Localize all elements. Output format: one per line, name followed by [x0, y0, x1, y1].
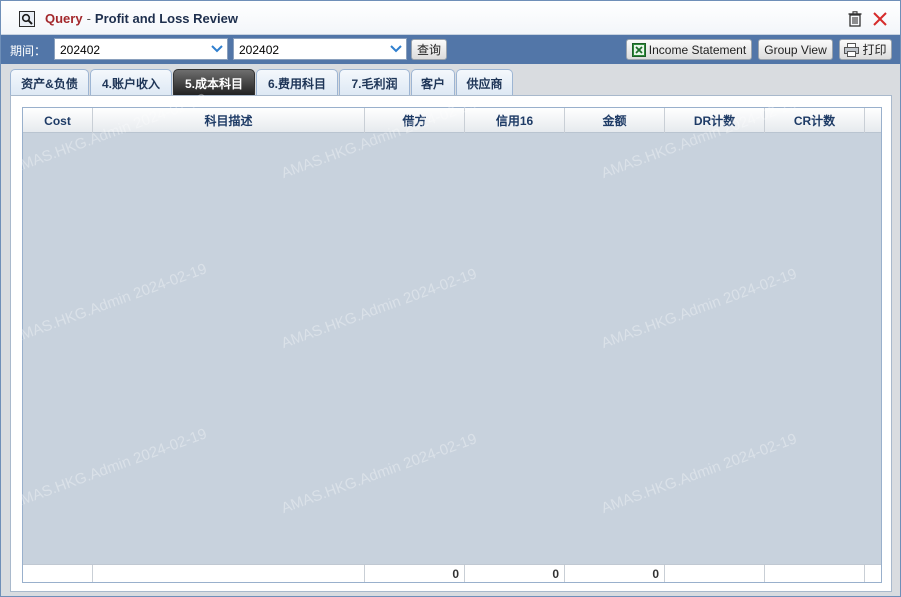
column-header-label: 金额	[602, 114, 627, 128]
column-header-cost[interactable]: Cost	[23, 108, 93, 133]
window-title: Query - Profit and Loss Review	[45, 11, 238, 26]
tab-label: 供应商	[466, 76, 503, 91]
print-button[interactable]: 打印	[839, 39, 892, 60]
chevron-down-icon[interactable]	[207, 39, 227, 59]
period-label: 期间：	[10, 44, 47, 58]
title-query: Query	[45, 11, 83, 26]
period-from-value: 202402	[60, 43, 101, 57]
column-header-debit[interactable]: 借方	[365, 108, 465, 133]
income-statement-button[interactable]: Income Statement	[626, 39, 752, 60]
tab-customers[interactable]: 客户	[411, 69, 455, 96]
title-separator: -	[86, 11, 91, 26]
grid-header: Cost 科目描述 借方 信用16 金额 DR计数 CR计数	[23, 108, 881, 133]
tab-label: 7.毛利润	[351, 76, 398, 91]
total-credit: 0	[465, 565, 565, 582]
tab-account-income[interactable]: 4.账户收入	[90, 69, 172, 96]
tab-label: 客户	[420, 76, 445, 91]
tab-assets-liabilities[interactable]: 资产&负债	[10, 69, 89, 96]
tab-label: 资产&负债	[21, 76, 78, 91]
total-cell	[23, 565, 93, 582]
period-to-select[interactable]: 202402	[233, 38, 407, 60]
group-view-button[interactable]: Group View	[758, 39, 833, 60]
tab-label: 5.成本科目	[184, 76, 243, 91]
column-header-description[interactable]: 科目描述	[93, 108, 365, 133]
query-button[interactable]: 查询	[411, 39, 447, 60]
printer-icon	[844, 42, 860, 57]
tab-cost-accounts[interactable]: 5.成本科目	[173, 69, 255, 96]
column-header-label: 科目描述	[204, 114, 253, 128]
column-header-dr-count[interactable]: DR计数	[665, 108, 765, 133]
tab-gross-profit[interactable]: 7.毛利润	[339, 69, 410, 96]
column-header-amount[interactable]: 金额	[565, 108, 665, 133]
toolbar: 期间： 202402 202402 查询 Income Statement Gr…	[1, 35, 900, 64]
grid-totals-row: 0 0 0	[23, 564, 881, 582]
column-header-credit[interactable]: 信用16	[465, 108, 565, 133]
search-icon	[19, 11, 35, 27]
title-bar: Query - Profit and Loss Review	[1, 1, 900, 35]
title-main: Profit and Loss Review	[94, 11, 238, 26]
period-to-value: 202402	[239, 43, 280, 57]
column-header-label: 信用16	[495, 114, 534, 128]
chevron-down-icon[interactable]	[386, 39, 406, 59]
column-header-label: DR计数	[693, 114, 736, 128]
tab-label: 6.费用科目	[267, 76, 326, 91]
data-grid: Cost 科目描述 借方 信用16 金额 DR计数 CR计数 0 0 0	[22, 107, 882, 583]
group-view-label: Group View	[764, 42, 827, 57]
excel-icon	[631, 42, 646, 57]
income-statement-label: Income Statement	[648, 42, 747, 57]
total-cell	[93, 565, 365, 582]
total-cell	[665, 565, 765, 582]
period-from-select[interactable]: 202402	[54, 38, 228, 60]
column-header-cr-count[interactable]: CR计数	[765, 108, 865, 133]
column-header-label: CR计数	[793, 114, 836, 128]
total-cell	[765, 565, 865, 582]
total-amount: 0	[565, 565, 665, 582]
query-button-label: 查询	[416, 43, 441, 57]
total-debit: 0	[365, 565, 465, 582]
tab-expense-accounts[interactable]: 6.费用科目	[256, 69, 338, 96]
content-panel: Cost 科目描述 借方 信用16 金额 DR计数 CR计数 0 0 0	[10, 95, 892, 592]
tab-suppliers[interactable]: 供应商	[456, 69, 513, 96]
close-icon[interactable]	[871, 10, 889, 28]
query-window: Query - Profit and Loss Review 期间： 202402	[0, 0, 901, 597]
column-header-label: Cost	[44, 113, 71, 128]
column-header-label: 借方	[402, 114, 427, 128]
trash-icon[interactable]	[846, 10, 864, 28]
tab-label: 4.账户收入	[101, 76, 160, 91]
print-label: 打印	[862, 43, 887, 57]
